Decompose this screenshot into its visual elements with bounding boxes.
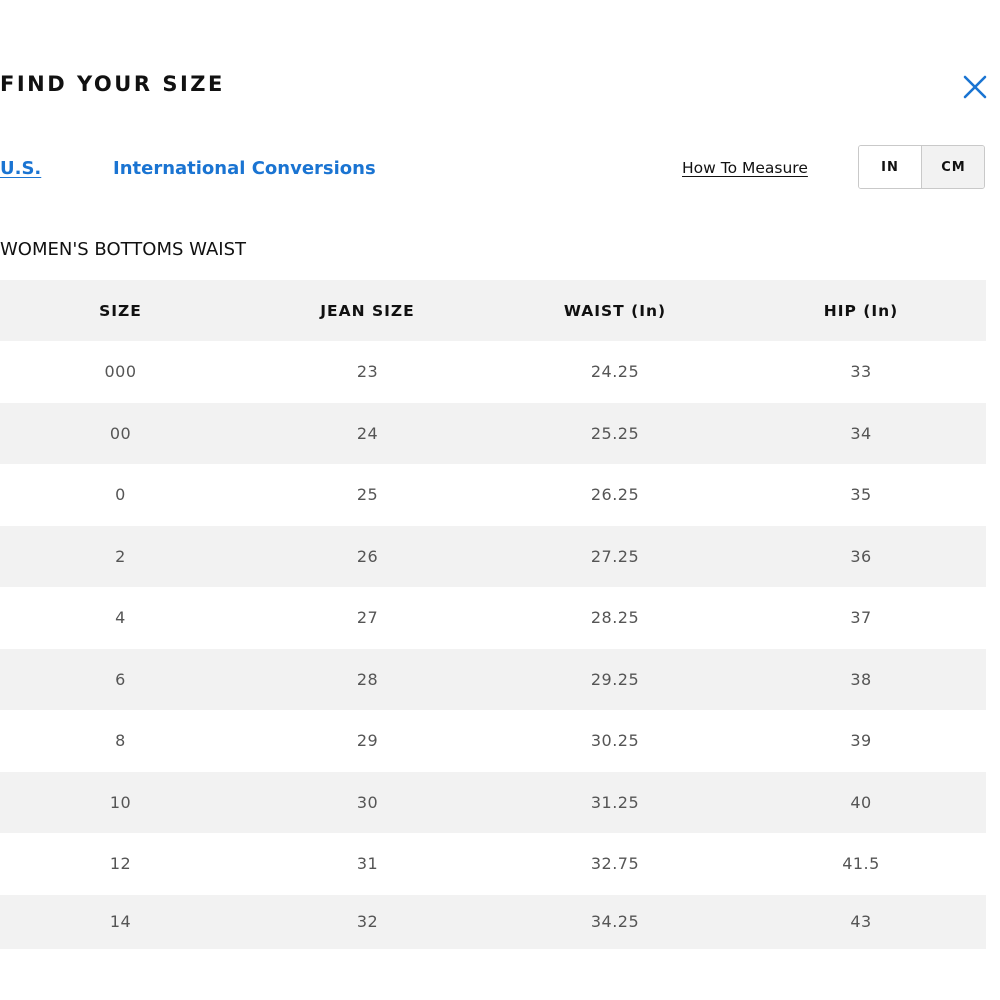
cell-hip: 33 (736, 341, 986, 403)
table-row: 000 23 24.25 33 (0, 341, 986, 403)
cell-size: 8 (0, 710, 241, 772)
cell-waist: 28.25 (494, 587, 736, 649)
cell-size: 000 (0, 341, 241, 403)
section-title: WOMEN'S BOTTOMS WAIST (0, 239, 247, 260)
modal-title: FIND YOUR SIZE (0, 72, 225, 96)
table-row: 6 28 29.25 38 (0, 648, 986, 710)
cell-hip: 40 (736, 771, 986, 833)
cell-jean-size: 23 (241, 341, 494, 403)
cell-hip: 41.5 (736, 833, 986, 895)
cell-jean-size: 27 (241, 587, 494, 649)
cell-waist: 32.75 (494, 833, 736, 895)
size-guide-modal: FIND YOUR SIZE U.S. International Conver… (0, 0, 1000, 1000)
cell-jean-size: 29 (241, 710, 494, 772)
cell-size: 6 (0, 648, 241, 710)
how-to-measure-link[interactable]: How To Measure (682, 157, 808, 179)
size-table: SIZE JEAN SIZE WAIST (In) HIP (In) 000 2… (0, 280, 986, 949)
cell-hip: 36 (736, 525, 986, 587)
table-row: 14 32 34.25 43 (0, 894, 986, 949)
header-size: SIZE (0, 280, 241, 341)
close-button[interactable] (960, 72, 990, 102)
cell-waist: 27.25 (494, 525, 736, 587)
unit-toggle: IN CM (858, 145, 985, 189)
cell-jean-size: 30 (241, 771, 494, 833)
cell-size: 00 (0, 402, 241, 464)
header-hip: HIP (In) (736, 280, 986, 341)
table-row: 8 29 30.25 39 (0, 710, 986, 772)
cell-jean-size: 25 (241, 464, 494, 526)
cell-size: 10 (0, 771, 241, 833)
cell-hip: 34 (736, 402, 986, 464)
cell-jean-size: 26 (241, 525, 494, 587)
cell-waist: 31.25 (494, 771, 736, 833)
table-row: 0 25 26.25 35 (0, 464, 986, 526)
cell-waist: 25.25 (494, 402, 736, 464)
header-waist: WAIST (In) (494, 280, 736, 341)
unit-cm-button[interactable]: CM (922, 146, 984, 188)
table-header-row: SIZE JEAN SIZE WAIST (In) HIP (In) (0, 280, 986, 341)
table-row: 00 24 25.25 34 (0, 402, 986, 464)
table-row: 10 30 31.25 40 (0, 771, 986, 833)
cell-hip: 35 (736, 464, 986, 526)
cell-jean-size: 31 (241, 833, 494, 895)
cell-waist: 29.25 (494, 648, 736, 710)
close-icon (963, 75, 987, 99)
cell-waist: 24.25 (494, 341, 736, 403)
table-row: 12 31 32.75 41.5 (0, 833, 986, 895)
table-row: 2 26 27.25 36 (0, 525, 986, 587)
cell-hip: 37 (736, 587, 986, 649)
cell-size: 0 (0, 464, 241, 526)
cell-waist: 26.25 (494, 464, 736, 526)
header-jean-size: JEAN SIZE (241, 280, 494, 341)
cell-hip: 43 (736, 894, 986, 949)
cell-size: 14 (0, 894, 241, 949)
unit-in-button[interactable]: IN (859, 146, 922, 188)
cell-size: 12 (0, 833, 241, 895)
cell-hip: 38 (736, 648, 986, 710)
table-row: 4 27 28.25 37 (0, 587, 986, 649)
tab-us[interactable]: U.S. (0, 157, 41, 181)
cell-jean-size: 24 (241, 402, 494, 464)
cell-jean-size: 32 (241, 894, 494, 949)
tab-international-conversions[interactable]: International Conversions (113, 157, 376, 181)
cell-size: 2 (0, 525, 241, 587)
cell-waist: 30.25 (494, 710, 736, 772)
cell-hip: 39 (736, 710, 986, 772)
cell-waist: 34.25 (494, 894, 736, 949)
cell-size: 4 (0, 587, 241, 649)
cell-jean-size: 28 (241, 648, 494, 710)
